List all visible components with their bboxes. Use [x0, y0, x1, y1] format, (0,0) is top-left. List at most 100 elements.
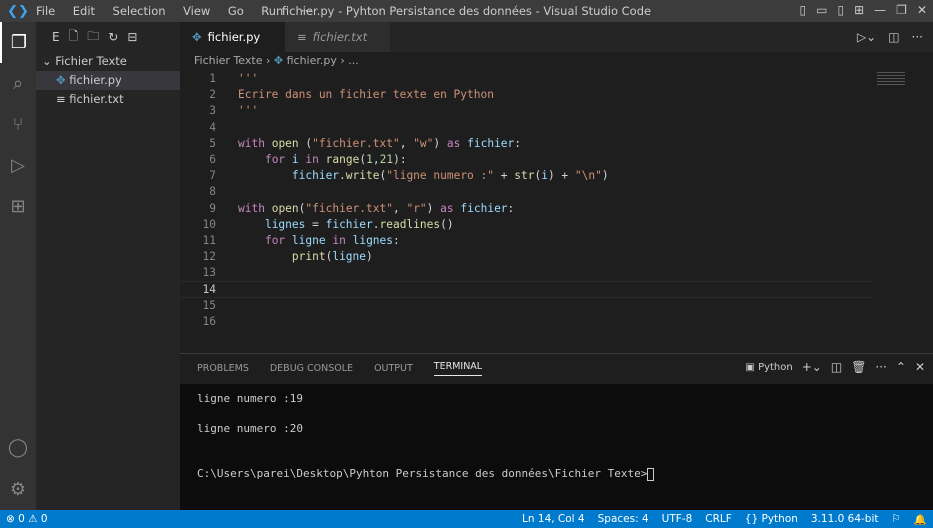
status-bar: ⊗ 0 ⚠ 0 Ln 14, Col 4 Spaces: 4 UTF-8 CRL…	[0, 510, 933, 528]
source-control-icon[interactable]: ⑂	[0, 104, 36, 145]
line-number: 14	[202, 283, 216, 297]
close-icon[interactable]: ✕	[917, 3, 927, 17]
code-line: Ecrire dans un fichier texte en Python	[238, 88, 494, 102]
line-number: 11	[202, 233, 216, 247]
code-line: '''	[238, 104, 259, 118]
line-number: 6	[209, 152, 216, 166]
split-terminal-icon[interactable]: ◫	[831, 360, 842, 374]
gear-icon[interactable]: ⚙	[0, 469, 36, 510]
menu-file[interactable]: File	[36, 4, 55, 18]
file-fichier-py[interactable]: ✥ fichier.py	[36, 71, 180, 90]
menu-selection[interactable]: Selection	[113, 4, 166, 18]
maximize-icon[interactable]: ❐	[896, 3, 907, 17]
line-number: 7	[209, 169, 216, 183]
file-label: fichier.py	[69, 73, 122, 87]
search-icon[interactable]: ⌕	[0, 63, 36, 104]
line-ending[interactable]: CRLF	[705, 513, 732, 526]
maximize-panel-icon[interactable]: ⌃	[896, 360, 906, 374]
title-bar: ❮❯ File Edit Selection View Go Run ··· f…	[0, 0, 933, 22]
terminal-line: ligne numero :20	[197, 422, 303, 435]
breadcrumb-symbol[interactable]: ...	[348, 54, 359, 67]
folder-fichier-texte[interactable]: ⌄ Fichier Texte	[36, 52, 180, 71]
editor-tabs: ✥ fichier.py ≡ fichier.txt ▷⌄ ◫ ···	[180, 22, 933, 52]
minimap[interactable]	[877, 72, 905, 86]
toggle-sidebar-icon[interactable]: ▯	[800, 3, 807, 17]
refresh-icon[interactable]: ↻	[108, 30, 118, 44]
problems-status[interactable]: ⊗ 0 ⚠ 0	[0, 513, 48, 525]
collapse-all-icon[interactable]: ⊟	[127, 30, 137, 44]
minimize-icon[interactable]: —	[874, 3, 886, 17]
toggle-secondary-sidebar-icon[interactable]: ▯	[838, 3, 845, 17]
notifications-icon[interactable]: 🔔	[914, 513, 927, 526]
run-icon[interactable]: ▷⌄	[857, 30, 876, 44]
new-terminal-icon[interactable]: +⌄	[802, 360, 822, 374]
layout-icon[interactable]: ⊞	[854, 3, 864, 17]
tab-output[interactable]: OUTPUT	[374, 363, 413, 374]
code-line: '''	[238, 72, 259, 85]
breadcrumb: Fichier Texte › ✥ fichier.py › ...	[194, 54, 359, 67]
breadcrumb-file[interactable]: fichier.py	[287, 54, 337, 67]
python-file-icon: ✥	[192, 30, 202, 44]
explorer-icon[interactable]: ❐	[0, 22, 36, 63]
language-mode[interactable]: {} Python	[745, 513, 798, 526]
language-label: Python	[761, 512, 798, 525]
terminal-output[interactable]: ligne numero :19 ligne numero :20 C:\Use…	[180, 384, 933, 510]
line-number: 2	[209, 88, 216, 102]
menu-view[interactable]: View	[183, 4, 210, 18]
warning-count: 0	[40, 513, 48, 525]
menu-edit[interactable]: Edit	[73, 4, 95, 18]
text-file-icon: ≡	[56, 92, 70, 106]
split-editor-icon[interactable]: ◫	[888, 30, 899, 44]
explorer-sidebar: E 🗋 🗀 ↻ ⊟ ⌄ Fichier Texte ✥ fichier.py ≡…	[36, 22, 180, 510]
python-file-icon: ✥	[56, 73, 70, 87]
code-line: lignes = fichier.readlines()	[264, 217, 454, 231]
terminal-cursor	[647, 467, 655, 481]
menu-more[interactable]: ···	[301, 4, 312, 18]
error-count: 0	[18, 513, 25, 525]
extensions-icon[interactable]: ⊞	[0, 186, 36, 227]
line-number: 3	[209, 104, 216, 118]
run-debug-icon[interactable]: ▷	[0, 145, 36, 186]
tab-terminal[interactable]: TERMINAL	[433, 361, 483, 376]
close-panel-icon[interactable]: ✕	[915, 360, 925, 374]
line-number: 8	[209, 185, 216, 199]
tab-problems[interactable]: PROBLEMS	[197, 363, 249, 374]
chevron-down-icon: ⌄	[42, 54, 56, 68]
new-file-icon[interactable]: 🗋	[69, 27, 79, 48]
code-line: for ligne in lignes:	[264, 233, 400, 247]
line-number: 9	[209, 201, 216, 215]
file-fichier-txt[interactable]: ≡ fichier.txt	[36, 90, 180, 109]
trash-icon[interactable]: 🗑	[851, 360, 866, 374]
tab-fichier-py[interactable]: ✥ fichier.py	[180, 22, 285, 52]
menu-run[interactable]: Run	[261, 4, 283, 18]
line-number: 15	[202, 298, 216, 312]
more-actions-icon[interactable]: ···	[875, 360, 886, 374]
terminal-line: ligne numero :19	[197, 392, 303, 405]
cursor-position[interactable]: Ln 14, Col 4	[522, 513, 585, 526]
code-editor[interactable]: 1 ''' 2 Ecrire dans un fichier texte en Py…	[180, 71, 873, 330]
python-interpreter[interactable]: 3.11.0 64-bit	[811, 513, 879, 526]
indentation[interactable]: Spaces: 4	[598, 513, 649, 526]
feedback-icon[interactable]: ⚐	[892, 513, 901, 526]
terminal-shell-selector[interactable]: ▣ Python	[745, 362, 792, 373]
tab-label: fichier.py	[207, 30, 261, 44]
account-icon[interactable]: ◯	[0, 427, 36, 468]
encoding[interactable]: UTF-8	[662, 513, 693, 526]
line-number: 5	[209, 136, 216, 150]
menu-go[interactable]: Go	[228, 4, 244, 18]
more-actions-icon[interactable]: ···	[912, 30, 923, 44]
new-folder-icon[interactable]: 🗀	[87, 27, 99, 48]
code-line: for i in range(1,21):	[264, 152, 407, 166]
toggle-panel-icon[interactable]: ▭	[816, 3, 827, 17]
line-number: 1	[209, 72, 216, 85]
breadcrumb-folder[interactable]: Fichier Texte	[194, 54, 262, 67]
vscode-logo-icon: ❮❯	[7, 3, 29, 19]
tab-fichier-txt[interactable]: ≡ fichier.txt	[285, 22, 390, 52]
tab-debug-console[interactable]: DEBUG CONSOLE	[270, 363, 353, 374]
